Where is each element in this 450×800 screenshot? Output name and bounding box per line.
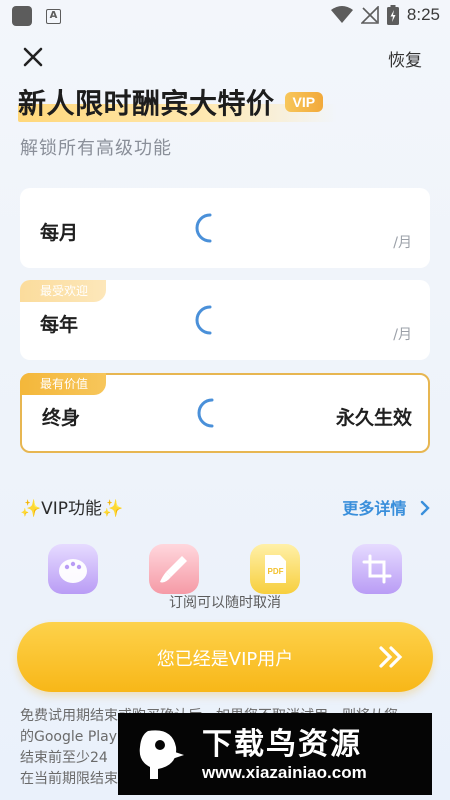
loading-spinner-icon <box>195 305 212 335</box>
plan-name: 每月 <box>40 222 79 244</box>
vip-badge: VIP <box>284 92 324 112</box>
wifi-icon <box>330 6 353 23</box>
best-value-tag: 最有价值 <box>20 373 107 395</box>
top-bar: 恢复 <box>0 38 450 74</box>
bird-logo-icon <box>139 730 184 779</box>
status-bar: A 8:25 <box>0 0 450 32</box>
plan-duration-label: 永久生效 <box>335 407 412 429</box>
more-details-label: 更多详情 <box>342 499 407 518</box>
more-details-link[interactable]: 更多详情 <box>342 495 432 519</box>
plan-card-lifetime[interactable]: 最有价值 终身 永久生效 <box>20 373 430 453</box>
crop-icon[interactable] <box>352 544 402 594</box>
no-signal-icon <box>360 6 379 24</box>
watermark-title: 下载鸟资源 <box>202 727 362 762</box>
loading-spinner-icon <box>197 398 214 428</box>
page-title: 新人限时酬宾大特价 <box>18 87 275 120</box>
vip-status-label: 您已经是VIP用户 <box>156 649 294 670</box>
notification-icon <box>12 6 32 26</box>
plan-unit: /月 <box>393 327 412 343</box>
svg-text:PDF: PDF <box>268 567 284 576</box>
plan-unit: /月 <box>393 235 412 251</box>
plan-card-monthly[interactable]: 每月 /月 <box>20 188 430 268</box>
popular-tag: 最受欢迎 <box>20 280 107 302</box>
loading-spinner-icon <box>195 213 212 243</box>
vip-features-title: ✨VIP功能✨ <box>20 499 124 519</box>
plan-name: 终身 <box>42 407 81 429</box>
watermark-url: www.xiazainiao.com <box>202 763 367 782</box>
feature-icons: PDF <box>0 544 450 594</box>
page-subtitle: 解锁所有高级功能 <box>20 138 172 159</box>
restore-button[interactable]: 恢复 <box>388 46 422 71</box>
vip-features-header: ✨VIP功能✨ 更多详情 <box>20 494 432 520</box>
app-notification-icon: A <box>46 8 61 24</box>
brush-icon[interactable] <box>149 544 199 594</box>
vip-status-button[interactable]: 您已经是VIP用户 <box>17 622 433 692</box>
close-icon[interactable] <box>18 42 48 72</box>
chevron-right-icon <box>420 500 430 516</box>
battery-icon <box>386 5 399 25</box>
cancel-anytime-note: 订阅可以随时取消 <box>169 595 281 611</box>
plan-card-yearly[interactable]: 最受欢迎 每年 /月 <box>20 280 430 360</box>
clock: 8:25 <box>406 5 440 24</box>
hero-title-row: 新人限时酬宾大特价 VIP <box>18 82 336 122</box>
watermark-overlay: 下载鸟资源 www.xiazainiao.com <box>118 713 432 795</box>
palette-icon[interactable] <box>48 544 98 594</box>
pdf-icon[interactable]: PDF <box>250 544 300 594</box>
plan-name: 每年 <box>40 314 79 336</box>
double-chevron-right-icon <box>379 646 403 668</box>
